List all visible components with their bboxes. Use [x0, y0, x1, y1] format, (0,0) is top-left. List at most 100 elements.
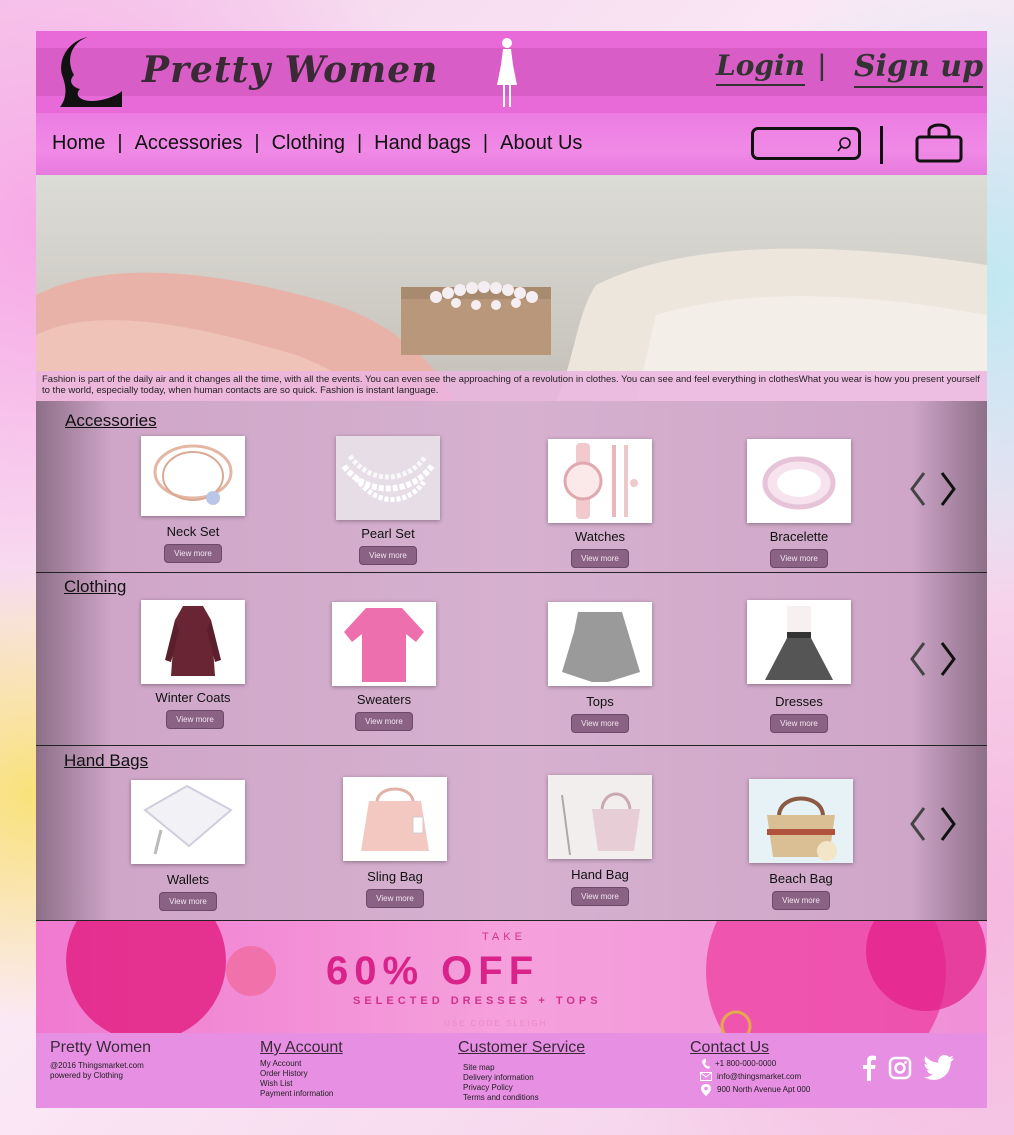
- view-more-button[interactable]: View more: [571, 714, 629, 733]
- nav-accessories[interactable]: Accessories: [135, 132, 243, 155]
- chevron-left-icon: [910, 807, 926, 841]
- view-more-button[interactable]: View more: [571, 549, 629, 568]
- brand-title[interactable]: Pretty Women: [142, 49, 438, 91]
- carousel-arrows[interactable]: [908, 469, 958, 509]
- nav-hand-bags[interactable]: Hand bags: [374, 132, 471, 155]
- chevron-right-icon: [940, 472, 956, 506]
- nav-about-us[interactable]: About Us: [500, 132, 582, 155]
- twitter-icon[interactable]: [924, 1055, 954, 1081]
- product-name: Pearl Set: [361, 526, 415, 541]
- winter-coats-image[interactable]: [141, 600, 245, 684]
- footer-contact: Contact Us +1 800-000-0000 info@thingsma…: [690, 1039, 810, 1096]
- neck-set-image[interactable]: [141, 436, 245, 516]
- view-more-button[interactable]: View more: [166, 710, 224, 729]
- wallets-image[interactable]: [131, 780, 245, 864]
- view-more-button[interactable]: View more: [355, 712, 413, 731]
- bracelette-image[interactable]: [747, 439, 851, 523]
- contact-email-text[interactable]: info@thingsmarket.com: [717, 1072, 801, 1081]
- contact-phone-text: +1 800-000-0000: [715, 1059, 777, 1068]
- footer-link-site-map[interactable]: Site map: [458, 1063, 585, 1073]
- woman-figure-icon: [497, 38, 517, 107]
- tops-image[interactable]: [548, 602, 652, 686]
- search-icon[interactable]: [836, 136, 852, 154]
- product-card: Hand Bag View more: [540, 775, 660, 906]
- view-more-button[interactable]: View more: [770, 549, 828, 568]
- accessories-title[interactable]: Accessories: [65, 411, 157, 431]
- chevron-right-icon: [940, 642, 956, 676]
- phone-icon: [702, 1058, 710, 1069]
- footer-link-order-history[interactable]: Order History: [260, 1069, 343, 1079]
- view-more-button[interactable]: View more: [164, 544, 222, 563]
- chevron-left-icon: [910, 472, 926, 506]
- product-card: Pearl Set View more: [328, 436, 448, 565]
- nav-divider: |: [254, 132, 260, 154]
- nav-vertical-divider: [880, 126, 883, 164]
- footer-link-delivery[interactable]: Delivery information: [458, 1073, 585, 1083]
- nav-divider: |: [356, 132, 363, 154]
- page: Pretty Women Login | Sign up Home | Acce…: [36, 31, 987, 1108]
- pearl-set-image[interactable]: [336, 436, 440, 520]
- facebook-icon[interactable]: [862, 1055, 876, 1081]
- location-pin-icon: [701, 1083, 711, 1096]
- main-nav: Home | Accessories | Clothing | Hand bag…: [52, 132, 582, 155]
- search-input[interactable]: [751, 127, 861, 160]
- footer-account-title: My Account: [260, 1039, 343, 1056]
- sling-bag-image[interactable]: [343, 777, 447, 861]
- footer-brand: Pretty Women @2016 Thingsmarket.com powe…: [50, 1039, 151, 1081]
- product-name: Watches: [574, 529, 626, 544]
- login-link[interactable]: Login: [716, 49, 805, 86]
- footer-link-my-account[interactable]: My Account: [260, 1059, 343, 1069]
- product-catalog: Accessories Neck Set View more Pearl Set…: [36, 401, 987, 921]
- view-more-button[interactable]: View more: [770, 714, 828, 733]
- product-card: Sling Bag View more: [335, 777, 455, 908]
- signup-link[interactable]: Sign up: [854, 49, 984, 88]
- carousel-arrows[interactable]: [908, 639, 958, 679]
- instagram-icon[interactable]: [888, 1056, 912, 1080]
- product-card: Winter Coats View more: [133, 600, 253, 729]
- promo-headline: 60% OFF: [326, 949, 540, 993]
- nav-home[interactable]: Home: [52, 132, 105, 155]
- product-name: Dresses: [775, 694, 823, 709]
- promo-banner[interactable]: TAKE 60% OFF SELECTED DRESSES + TOPS USE…: [36, 921, 987, 1033]
- footer-link-payment[interactable]: Payment information: [260, 1089, 343, 1099]
- footer-service: Customer Service Site map Delivery infor…: [458, 1039, 585, 1103]
- footer-link-wish-list[interactable]: Wish List: [260, 1079, 343, 1089]
- contact-phone: +1 800-000-0000: [690, 1057, 810, 1070]
- product-name: Winter Coats: [155, 690, 231, 705]
- chevron-right-icon: [940, 807, 956, 841]
- view-more-button[interactable]: View more: [159, 892, 217, 911]
- product-name: Wallets: [166, 872, 210, 887]
- clothing-title[interactable]: Clothing: [64, 577, 126, 597]
- footer-link-terms[interactable]: Terms and conditions: [458, 1093, 585, 1103]
- sweaters-image[interactable]: [332, 602, 436, 686]
- hero-caption: Fashion is part of the daily air and it …: [36, 371, 987, 401]
- product-card: Beach Bag View more: [741, 779, 861, 910]
- view-more-button[interactable]: View more: [571, 887, 629, 906]
- view-more-button[interactable]: View more: [772, 891, 830, 910]
- hero-image: [36, 175, 987, 401]
- product-card: Neck Set View more: [133, 436, 253, 563]
- footer-service-title: Customer Service: [458, 1039, 586, 1056]
- header-bar: Pretty Women Login | Sign up: [36, 31, 987, 113]
- hand-bag-image[interactable]: [548, 775, 652, 859]
- nav-divider: |: [117, 132, 123, 154]
- accessories-section: Accessories Neck Set View more Pearl Set…: [36, 401, 987, 573]
- contact-email[interactable]: info@thingsmarket.com: [690, 1070, 810, 1083]
- dresses-image[interactable]: [747, 600, 851, 684]
- product-card: Watches View more: [540, 439, 660, 568]
- product-name: Sweaters: [356, 692, 412, 707]
- product-name: Sling Bag: [367, 869, 423, 884]
- beach-bag-image[interactable]: [749, 779, 853, 863]
- handbags-title[interactable]: Hand Bags: [64, 751, 148, 771]
- social-links: [862, 1055, 954, 1081]
- footer-link-privacy[interactable]: Privacy Policy: [458, 1083, 585, 1093]
- watches-image[interactable]: [548, 439, 652, 523]
- shopping-bag-icon[interactable]: [914, 121, 964, 165]
- product-card: Bracelette View more: [739, 439, 859, 568]
- carousel-arrows[interactable]: [908, 804, 958, 844]
- view-more-button[interactable]: View more: [366, 889, 424, 908]
- product-card: Sweaters View more: [324, 602, 444, 731]
- nav-clothing[interactable]: Clothing: [272, 132, 345, 155]
- view-more-button[interactable]: View more: [359, 546, 417, 565]
- promo-code: USE CODE SLEIGH: [444, 1019, 548, 1028]
